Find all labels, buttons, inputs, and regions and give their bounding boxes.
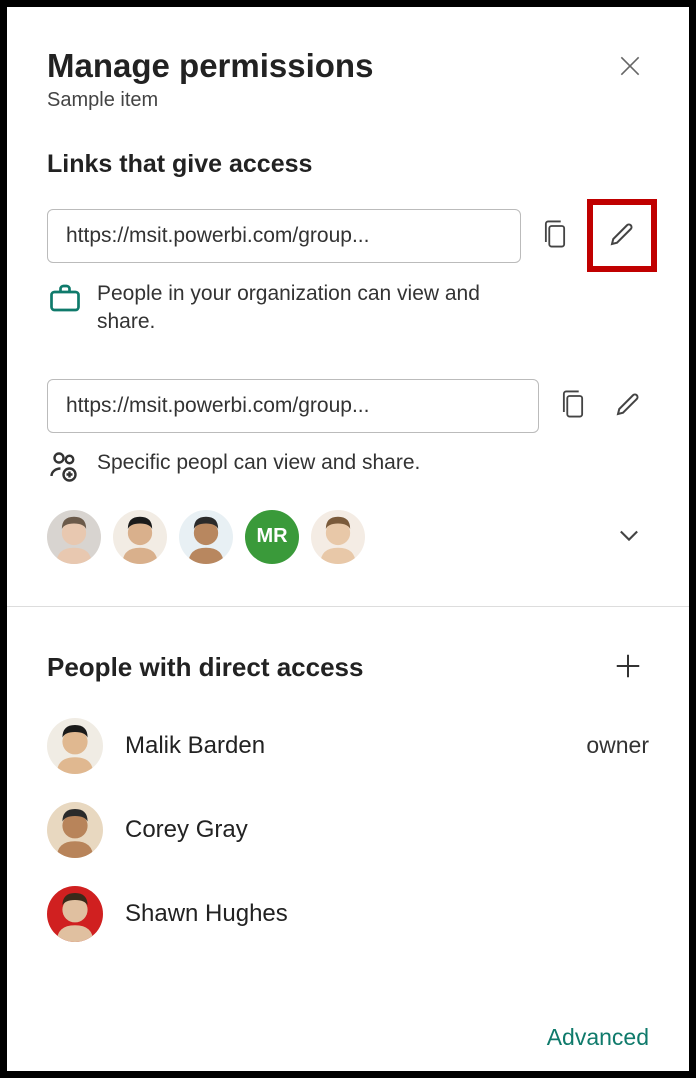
close-button[interactable] [611,47,649,88]
avatar [47,718,103,774]
pencil-icon [613,389,643,422]
panel-subtitle: Sample item [47,89,373,112]
direct-access-heading: People with direct access [47,652,363,683]
avatar [47,886,103,942]
footer: Advanced [47,1004,649,1051]
add-person-button[interactable] [607,645,649,690]
edit-button[interactable] [601,213,643,258]
link-description: Specific peopl can view and share. [47,449,649,490]
plus-icon [613,651,643,684]
link-description: People in your organization can view and… [47,280,649,337]
avatar-row: MR [47,510,649,564]
edit-highlight [587,199,657,272]
person-row[interactable]: Corey Gray [47,802,649,858]
avatar [47,802,103,858]
direct-access-header: People with direct access [47,645,649,690]
avatars: MR [47,510,365,564]
header-text: Manage permissions Sample item [47,47,373,112]
link-url-box[interactable]: https://msit.powerbi.com/group... [47,379,539,433]
people-add-icon [47,449,83,490]
divider [7,606,689,607]
panel-header: Manage permissions Sample item [47,47,649,112]
advanced-link[interactable]: Advanced [547,1024,649,1050]
person-name: Malik Barden [125,732,564,760]
copy-icon [559,388,587,423]
avatar[interactable] [47,510,101,564]
person-row[interactable]: Malik Barden owner [47,718,649,774]
link-url-box[interactable]: https://msit.powerbi.com/group... [47,209,521,263]
link-row: https://msit.powerbi.com/group... [47,379,649,433]
avatar[interactable] [179,510,233,564]
permissions-panel: Manage permissions Sample item Links tha… [7,7,689,1071]
pencil-icon [607,219,637,252]
panel-title: Manage permissions [47,47,373,85]
avatar[interactable] [113,510,167,564]
chevron-down-icon [615,521,643,552]
edit-button[interactable] [607,383,649,428]
briefcase-icon [47,280,83,321]
expand-button[interactable] [609,515,649,558]
link-description-text: Specific peopl can view and share. [97,449,420,477]
copy-icon [541,218,569,253]
links-heading: Links that give access [47,150,649,179]
people-list: Malik Barden owner Corey Gray Shawn Hugh… [47,690,649,942]
close-icon [617,67,643,82]
person-name: Shawn Hughes [125,900,649,928]
person-role: owner [586,732,649,759]
copy-button[interactable] [553,382,593,429]
avatar[interactable] [311,510,365,564]
link-description-text: People in your organization can view and… [97,280,537,337]
link-row: https://msit.powerbi.com/group... [47,207,649,264]
person-row[interactable]: Shawn Hughes [47,886,649,942]
person-name: Corey Gray [125,816,649,844]
copy-button[interactable] [535,212,575,259]
avatar[interactable]: MR [245,510,299,564]
